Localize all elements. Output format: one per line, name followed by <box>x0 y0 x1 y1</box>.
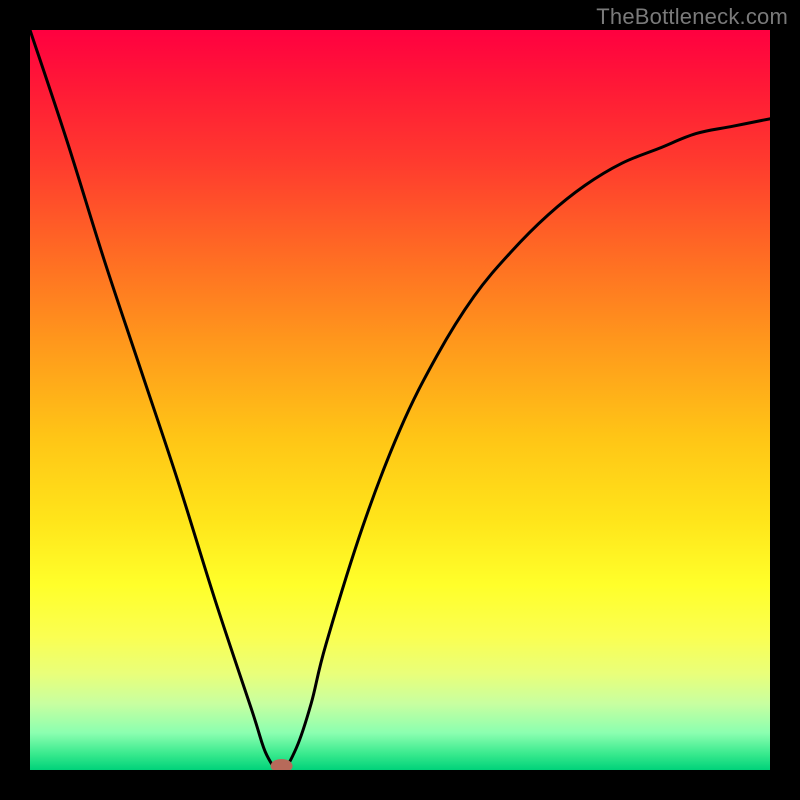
bottleneck-curve <box>30 30 770 770</box>
watermark-text: TheBottleneck.com <box>596 4 788 30</box>
plot-area <box>30 30 770 770</box>
chart-svg <box>30 30 770 770</box>
chart-frame: TheBottleneck.com <box>0 0 800 800</box>
